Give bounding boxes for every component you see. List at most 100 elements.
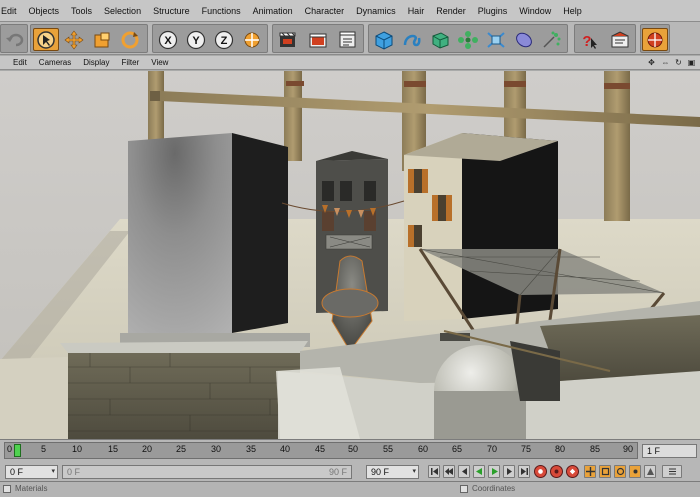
tick-label: 0	[7, 444, 13, 454]
previous-key-button[interactable]	[443, 465, 455, 478]
record-button[interactable]	[534, 465, 547, 478]
menu-plugins[interactable]: Plugins	[472, 6, 514, 16]
tick-label: 35	[246, 444, 257, 454]
svg-text:?: ?	[582, 33, 591, 50]
x-axis-lock-icon[interactable]: X	[155, 28, 181, 51]
layout-icon[interactable]	[642, 28, 668, 51]
cube-primitive-icon[interactable]	[371, 28, 397, 51]
scene-render	[0, 71, 700, 439]
scale-key-button[interactable]	[599, 465, 611, 478]
menu-objects[interactable]: Objects	[23, 6, 66, 16]
nurbs-icon[interactable]	[427, 28, 453, 51]
undo-group	[0, 24, 28, 53]
help-icon[interactable]: ?	[577, 28, 603, 51]
move-view-icon[interactable]: ✥	[646, 57, 657, 68]
mode-tools-group	[30, 24, 148, 53]
end-frame-value: 90 F	[371, 467, 390, 477]
tag-icon[interactable]	[607, 28, 633, 51]
zoom-view-icon[interactable]: ⇔	[660, 57, 671, 68]
menu-tools[interactable]: Tools	[65, 6, 98, 16]
svg-text:X: X	[164, 35, 172, 47]
viewport-menu-filter[interactable]: Filter	[115, 58, 145, 67]
menu-dynamics[interactable]: Dynamics	[350, 6, 402, 16]
transport-bar: 0 F ▾ 0 F 90 F 90 F ▾	[0, 461, 700, 482]
menu-selection[interactable]: Selection	[98, 6, 147, 16]
next-frame-button[interactable]	[503, 465, 515, 478]
menu-structure[interactable]: Structure	[147, 6, 196, 16]
menu-hair[interactable]: Hair	[402, 6, 431, 16]
menu-render[interactable]: Render	[430, 6, 472, 16]
viewport-menu-cameras[interactable]: Cameras	[33, 58, 77, 67]
play-backward-button[interactable]	[473, 465, 485, 478]
rotation-key-button[interactable]	[614, 465, 626, 478]
viewport-menu-display[interactable]: Display	[77, 58, 115, 67]
scale-icon[interactable]	[89, 28, 115, 51]
tick-label: 80	[555, 444, 566, 454]
tick-label: 90	[623, 444, 634, 454]
tick-label: 40	[280, 444, 291, 454]
previous-frame-button[interactable]	[458, 465, 470, 478]
svg-text:Y: Y	[192, 35, 200, 47]
tick-label: 55	[383, 444, 394, 454]
tick-label: 30	[211, 444, 222, 454]
select-icon[interactable]	[33, 28, 59, 51]
menu-animation[interactable]: Animation	[247, 6, 299, 16]
tick-label: 65	[452, 444, 463, 454]
go-to-end-button[interactable]	[518, 465, 530, 478]
menu-help[interactable]: Help	[557, 6, 588, 16]
tick-label: 75	[521, 444, 532, 454]
spline-icon[interactable]	[399, 28, 425, 51]
3d-viewport[interactable]	[0, 71, 700, 439]
render-view-icon[interactable]	[275, 28, 301, 51]
go-to-start-button[interactable]	[428, 465, 440, 478]
move-icon[interactable]	[61, 28, 87, 51]
viewport-menu-view[interactable]: View	[145, 58, 174, 67]
statusbar: Materials Coordinates	[0, 482, 700, 497]
play-forward-button[interactable]	[488, 465, 500, 478]
array-icon[interactable]	[455, 28, 481, 51]
rotate-icon[interactable]	[117, 28, 143, 51]
menu-character[interactable]: Character	[299, 6, 351, 16]
axis-lock-group: X Y Z	[152, 24, 268, 53]
deformer-icon[interactable]	[483, 28, 509, 51]
autokey-button[interactable]	[550, 465, 563, 478]
tick-label: 85	[590, 444, 601, 454]
z-axis-lock-icon[interactable]: Z	[211, 28, 237, 51]
coordinates-tab[interactable]: Coordinates	[460, 484, 515, 493]
y-axis-lock-icon[interactable]: Y	[183, 28, 209, 51]
render-settings-icon[interactable]	[335, 28, 361, 51]
timeline-ruler[interactable]: 0 5 10 15 20 25 30 35 40 45 50 55 60 65 …	[4, 442, 638, 459]
menu-functions[interactable]: Functions	[196, 6, 247, 16]
position-key-button[interactable]	[584, 465, 596, 478]
spinner-icon[interactable]: ▾	[412, 466, 416, 478]
tick-label: 25	[176, 444, 187, 454]
rotate-view-icon[interactable]: ↻	[673, 57, 684, 68]
world-coordinates-icon[interactable]	[239, 28, 265, 51]
scene-object-icon[interactable]	[511, 28, 537, 51]
keyframe-selection-button[interactable]	[566, 465, 579, 478]
help-group: ?	[574, 24, 636, 53]
viewport-menu-edit[interactable]: Edit	[0, 58, 33, 67]
preview-end-value: 90 F	[328, 467, 347, 477]
menu-window[interactable]: Window	[513, 6, 557, 16]
spinner-icon[interactable]: ▾	[51, 466, 55, 478]
menu-edit[interactable]: Edit	[0, 6, 23, 16]
point-level-key-button[interactable]	[644, 465, 656, 478]
tick-label: 45	[315, 444, 326, 454]
playhead-slider[interactable]	[14, 444, 21, 457]
start-frame-field[interactable]: 0 F ▾	[5, 465, 58, 479]
checkbox-icon	[460, 484, 468, 493]
end-frame-field[interactable]: 90 F ▾	[366, 465, 419, 479]
timeline-options-button[interactable]	[662, 465, 682, 478]
render-picture-viewer-icon[interactable]	[305, 28, 331, 51]
undo-icon[interactable]	[2, 28, 28, 51]
svg-text:Z: Z	[221, 35, 228, 47]
current-frame-field[interactable]: 1 F	[642, 444, 697, 458]
layout-group	[640, 24, 670, 53]
preview-range-slider[interactable]: 0 F 90 F	[62, 465, 352, 479]
maximize-view-icon[interactable]: ▣	[686, 57, 697, 68]
particle-icon[interactable]	[539, 28, 565, 51]
materials-tab[interactable]: Materials	[3, 484, 47, 493]
parameter-key-button[interactable]	[629, 465, 641, 478]
tick-label: 10	[72, 444, 83, 454]
